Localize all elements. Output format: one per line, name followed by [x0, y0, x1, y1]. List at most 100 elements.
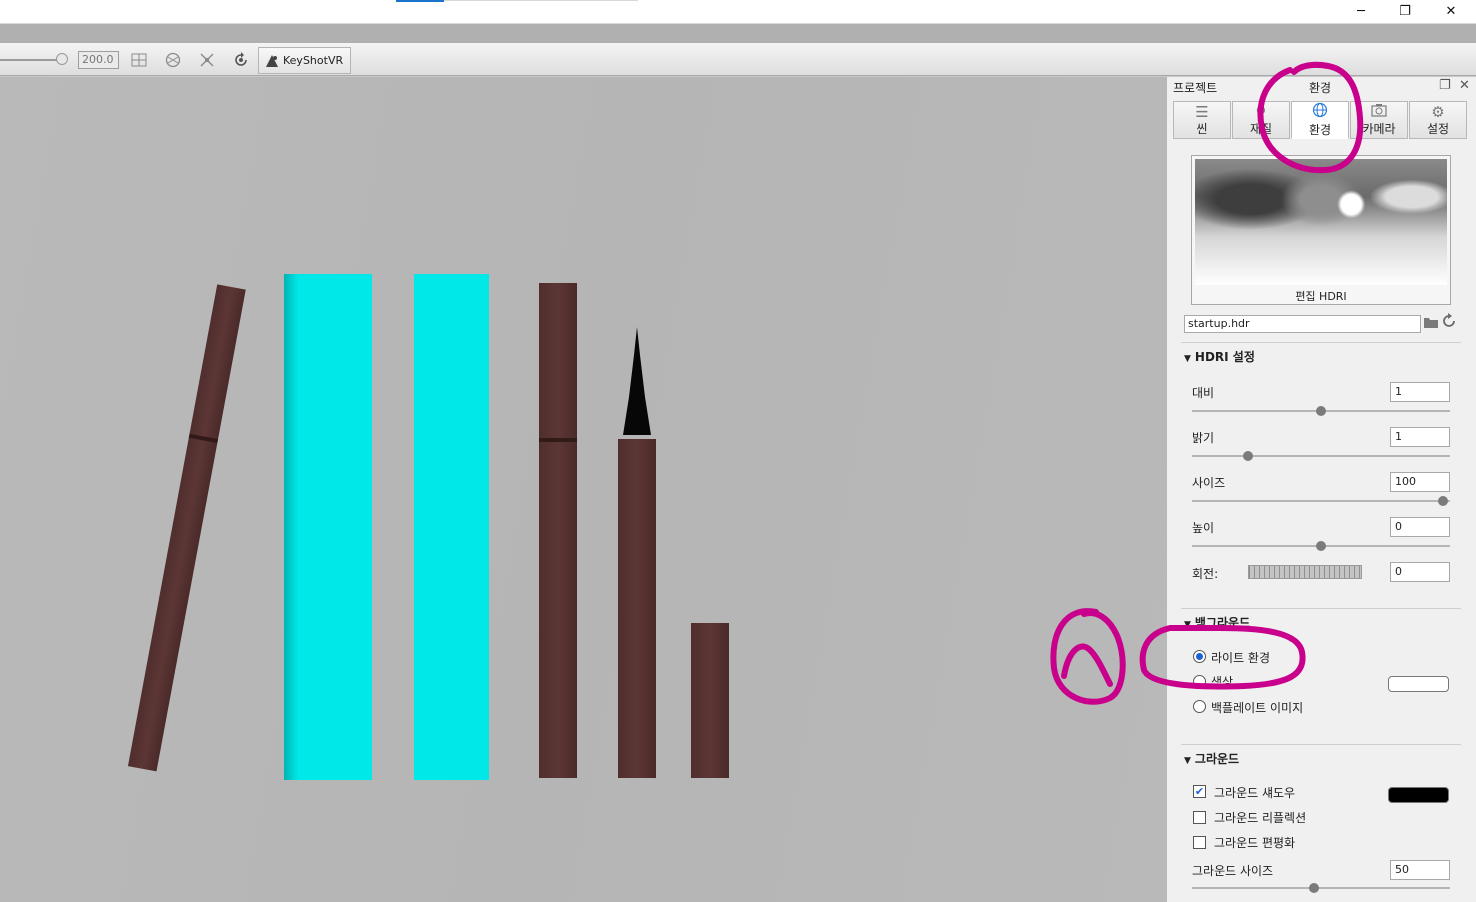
render-viewport[interactable] [0, 77, 1166, 902]
keyshotvr-icon [266, 54, 278, 67]
refresh-icon[interactable] [230, 50, 252, 70]
brush-pen-body[interactable] [618, 439, 656, 778]
ground-flatten-checkbox[interactable] [1193, 836, 1206, 849]
cyan-block-right[interactable] [414, 274, 489, 780]
rotation-label: 회전: [1192, 567, 1219, 581]
globe-icon [1312, 102, 1328, 121]
hdri-preview[interactable]: 편집 HDRI [1191, 155, 1451, 305]
ground-header[interactable]: ▼ 그라운드 [1184, 750, 1239, 767]
ground-title: 그라운드 [1194, 752, 1240, 766]
size-slider-knob[interactable] [1438, 496, 1448, 506]
tab-material[interactable]: ⚲ 재질 [1232, 101, 1290, 139]
background-title: 백그라운드 [1194, 616, 1251, 630]
background-header[interactable]: ▼ 백그라운드 [1184, 614, 1250, 631]
radio-color[interactable] [1193, 675, 1206, 688]
ground-size-slider-track[interactable] [1192, 887, 1450, 889]
undock-icon[interactable]: ❐ [1439, 78, 1451, 93]
active-tab-indicator [396, 0, 444, 2]
size-slider-track[interactable] [1192, 500, 1450, 502]
backplate-image-label: 백플레이트 이미지 [1211, 701, 1304, 715]
collapse-arrow-icon: ▼ [1184, 354, 1191, 364]
ground-shadow-checkbox[interactable]: ✔ [1193, 785, 1206, 798]
hdri-file-field[interactable]: startup.hdr [1184, 315, 1421, 333]
radio-backplate-image[interactable] [1193, 700, 1206, 713]
brightness-label: 밝기 [1192, 431, 1215, 445]
radio-light-environment[interactable] [1193, 650, 1206, 663]
ground-shadow-color-swatch[interactable] [1388, 787, 1449, 803]
tab-scene-label: 씬 [1196, 121, 1208, 136]
reload-icon[interactable] [1441, 313, 1457, 331]
tab-environment-label: 환경 [1308, 123, 1332, 137]
panel-tabs: ☰ 씬 ⚲ 재질 환경 카메라 ⚙ 설정 [1173, 101, 1469, 139]
toolbar-slider-knob[interactable] [56, 53, 68, 65]
size-input[interactable]: 100 [1390, 472, 1450, 492]
tab-scene[interactable]: ☰ 씬 [1173, 101, 1231, 139]
rotation-input[interactable]: 0 [1390, 562, 1450, 582]
list-icon: ☰ [1195, 102, 1209, 121]
restore-icon[interactable]: ❐ [1382, 0, 1428, 22]
brightness-slider-knob[interactable] [1243, 451, 1253, 461]
toolbar-slider-track[interactable] [0, 59, 62, 61]
gear-icon: ⚙ [1431, 102, 1445, 121]
grid-icon[interactable] [128, 50, 150, 70]
height-input[interactable]: 0 [1390, 517, 1450, 537]
hdri-preview-image[interactable] [1195, 159, 1447, 285]
height-slider-knob[interactable] [1316, 541, 1326, 551]
contrast-input[interactable]: 1 [1390, 382, 1450, 402]
cyan-block-left[interactable] [284, 274, 372, 780]
tab-environment[interactable]: 환경 [1291, 101, 1349, 139]
fit-icon[interactable] [196, 50, 218, 70]
keyshotvr-label: KeyShotVR [283, 54, 344, 67]
ground-reflection-checkbox[interactable] [1193, 811, 1206, 824]
hdri-settings-header[interactable]: ▼ HDRI 설정 [1184, 348, 1255, 365]
toolbar: 200.0 KeyShotVR [0, 43, 1476, 76]
size-label: 사이즈 [1192, 476, 1226, 490]
pen-brush-tip [618, 327, 656, 441]
cyan-block-shadow [284, 274, 298, 780]
panel-header: 프로젝트 환경 ❐ ✕ [1167, 77, 1476, 97]
minimize-icon[interactable]: ─ [1338, 0, 1384, 22]
tilted-pen-body[interactable] [127, 284, 246, 772]
separator [1181, 608, 1461, 609]
brightness-input[interactable]: 1 [1390, 427, 1450, 447]
brightness-slider-track[interactable] [1192, 455, 1450, 457]
toolbar-value-field[interactable]: 200.0 [78, 51, 119, 69]
keyshotvr-button[interactable]: KeyShotVR [258, 47, 351, 74]
ground-size-slider-knob[interactable] [1309, 883, 1319, 893]
menu-strip [0, 24, 1476, 43]
contrast-slider-knob[interactable] [1316, 406, 1326, 416]
short-cap[interactable] [691, 623, 729, 778]
height-label: 높이 [1192, 521, 1215, 535]
pen-body-center[interactable] [539, 283, 577, 778]
color-option-label: 색상 [1211, 675, 1234, 689]
rotation-dial[interactable] [1248, 565, 1362, 579]
tab-material-label: 재질 [1249, 121, 1273, 136]
tab-settings-label: 설정 [1426, 121, 1450, 136]
light-environment-label: 라이트 환경 [1211, 651, 1271, 665]
panel-title: 환경 [1309, 81, 1332, 95]
close-icon[interactable]: ✕ [1428, 0, 1474, 22]
ground-reflection-label: 그라운드 리플렉션 [1214, 811, 1307, 825]
contrast-label: 대비 [1192, 386, 1215, 400]
tab-strip-line [444, 0, 638, 1]
tab-camera[interactable]: 카메라 [1350, 101, 1408, 139]
material-icon: ⚲ [1255, 102, 1267, 121]
sphere-icon[interactable] [162, 50, 184, 70]
camera-icon [1371, 103, 1387, 120]
background-color-swatch[interactable] [1388, 676, 1449, 692]
properties-panel: 프로젝트 환경 ❐ ✕ ☰ 씬 ⚲ 재질 환경 카메라 ⚙ 설정 편집 HDRI… [1166, 77, 1476, 902]
tilted-pen-cap-line [188, 433, 219, 444]
folder-icon[interactable] [1423, 315, 1439, 331]
separator [1181, 744, 1461, 745]
pen-cap-line [539, 438, 577, 442]
ground-flatten-label: 그라운드 편평화 [1214, 836, 1296, 850]
tab-camera-label: 카메라 [1362, 122, 1396, 136]
tab-settings[interactable]: ⚙ 설정 [1409, 101, 1467, 139]
collapse-arrow-icon: ▼ [1184, 756, 1191, 766]
panel-close-icon[interactable]: ✕ [1459, 78, 1470, 93]
ground-size-label: 그라운드 사이즈 [1192, 864, 1274, 878]
ground-size-input[interactable]: 50 [1390, 860, 1450, 880]
ground-shadow-label: 그라운드 섀도우 [1214, 786, 1296, 800]
hdri-edit-label[interactable]: 편집 HDRI [1192, 288, 1450, 304]
window-title-bar: ─ ❐ ✕ [0, 0, 1476, 24]
